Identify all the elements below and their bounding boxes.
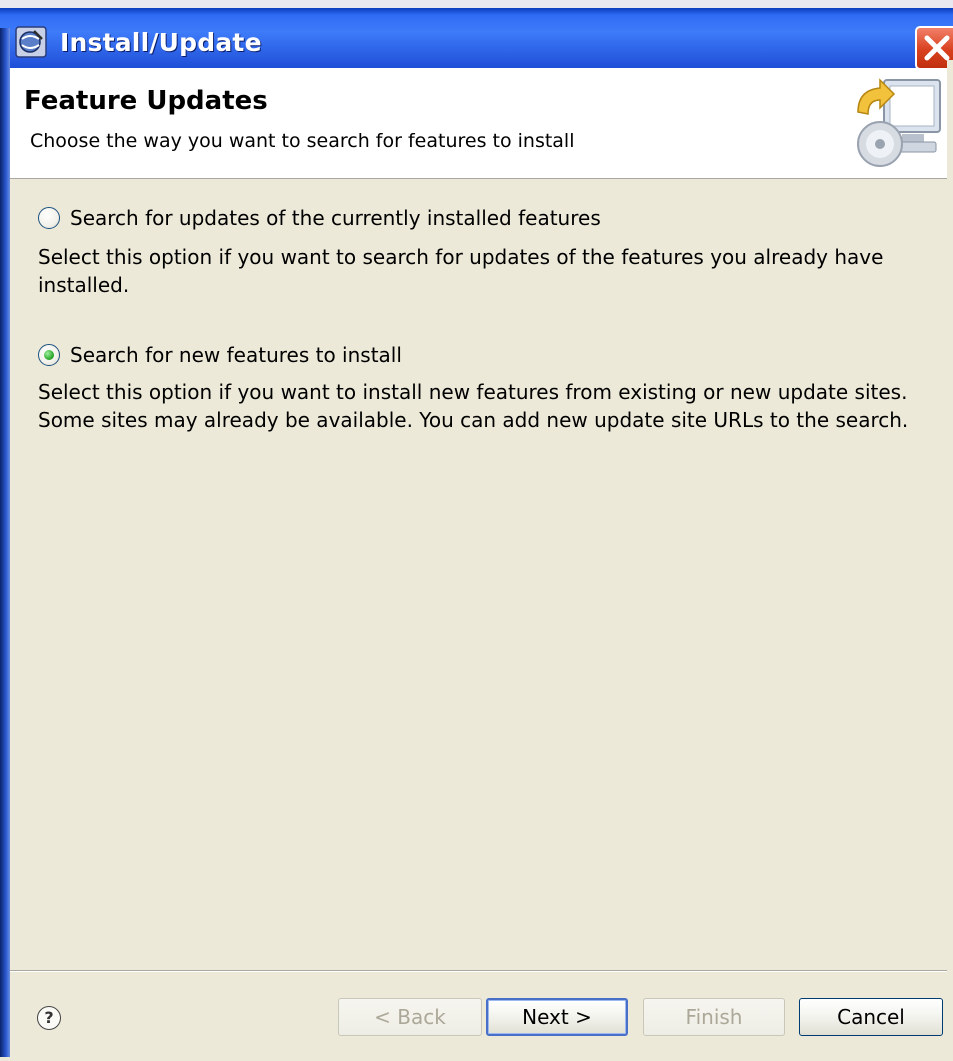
- radio-update-installed[interactable]: [38, 207, 60, 229]
- radio-new-features[interactable]: [38, 344, 60, 366]
- wizard-content: Search for updates of the currently inst…: [10, 179, 947, 969]
- finish-button[interactable]: Finish: [643, 998, 785, 1036]
- cancel-button[interactable]: Cancel: [799, 998, 943, 1036]
- page-description: Choose the way you want to search for fe…: [30, 130, 575, 152]
- title-bar[interactable]: Install/Update: [0, 8, 953, 70]
- install-update-dialog: Install/Update Feature Updates Choose th…: [0, 0, 953, 1061]
- update-wizard-icon: [857, 78, 941, 167]
- window-right-border: [947, 60, 953, 1061]
- help-icon[interactable]: ?: [37, 1006, 61, 1030]
- option-description: Select this option if you want to search…: [38, 245, 884, 297]
- window-title: Install/Update: [60, 28, 262, 57]
- option-label: Search for updates of the currently inst…: [70, 206, 601, 230]
- footer-separator: [10, 970, 947, 972]
- desktop-strip: [0, 0, 953, 8]
- option-label: Search for new features to install: [70, 343, 402, 367]
- option-description: Select this option if you want to instal…: [38, 380, 909, 432]
- next-button[interactable]: Next >: [486, 998, 628, 1036]
- window-left-border: [0, 28, 10, 1061]
- window-bottom-border: [0, 1057, 953, 1061]
- app-icon: [15, 26, 47, 58]
- wizard-header: Feature Updates Choose the way you want …: [10, 68, 947, 179]
- option-update-installed[interactable]: Search for updates of the currently inst…: [38, 206, 601, 230]
- back-button[interactable]: < Back: [338, 998, 482, 1036]
- option-new-features[interactable]: Search for new features to install: [38, 343, 402, 367]
- page-title: Feature Updates: [24, 86, 268, 116]
